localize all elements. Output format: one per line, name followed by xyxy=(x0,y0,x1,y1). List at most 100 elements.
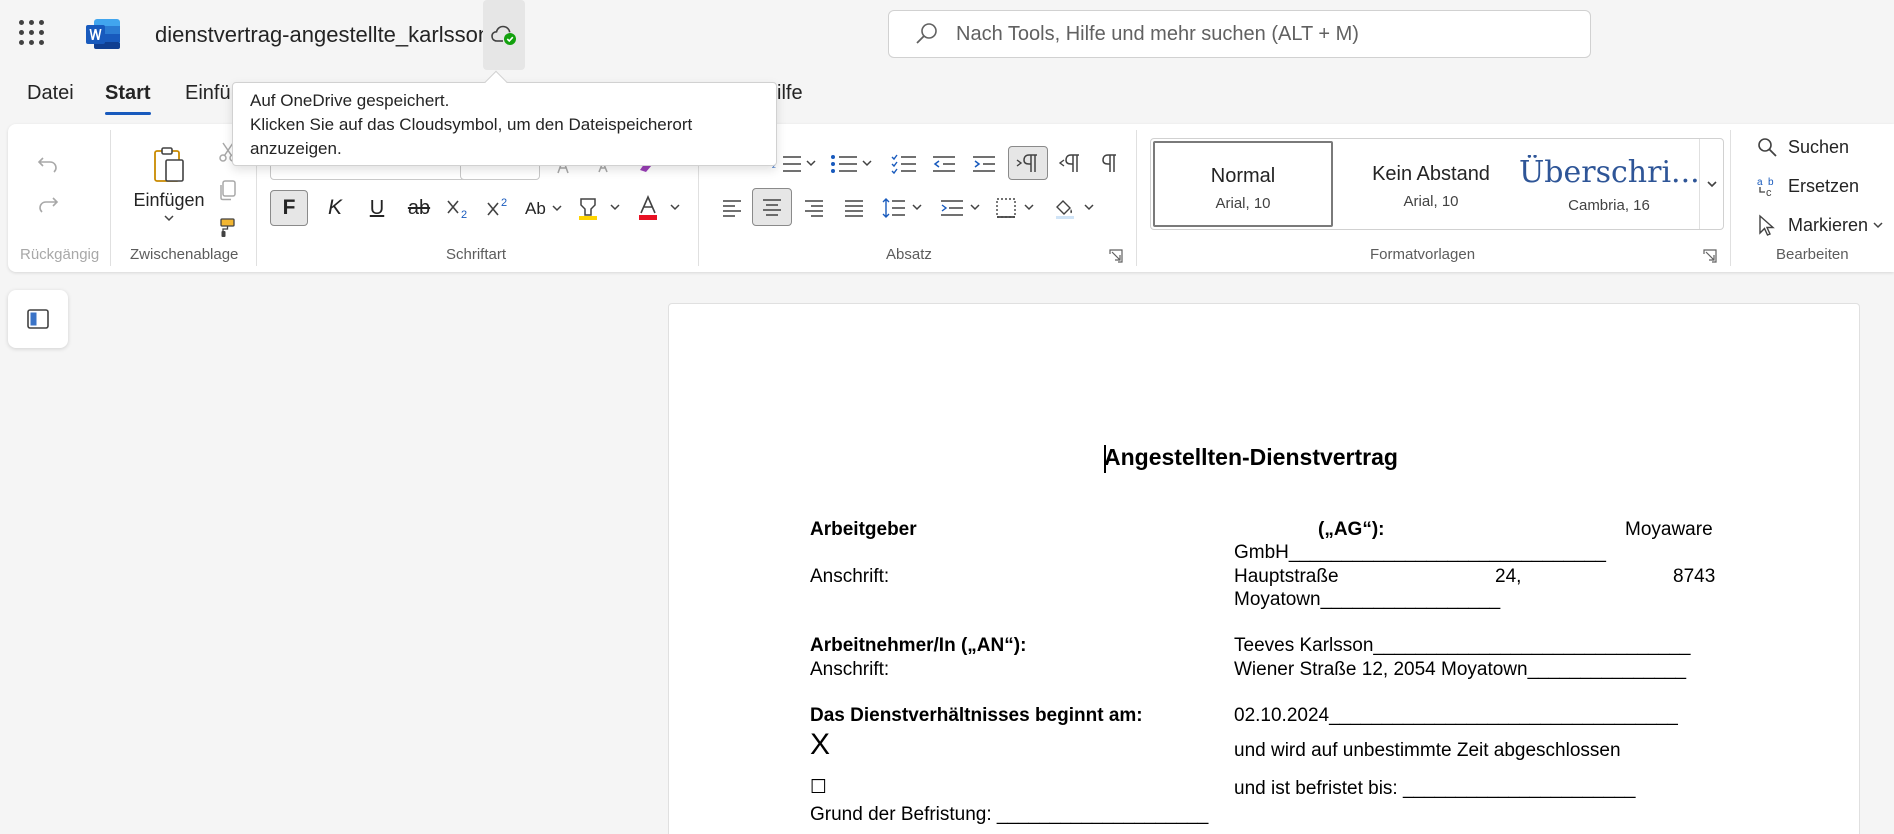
svg-text:c: c xyxy=(1766,187,1772,197)
tab-datei[interactable]: Datei xyxy=(27,82,74,105)
tab-hilfe[interactable]: ilfe xyxy=(777,82,803,105)
navigation-pane-button[interactable] xyxy=(8,290,68,348)
highlight-color-button[interactable] xyxy=(574,190,630,226)
tab-einfuegen[interactable]: Einfü xyxy=(185,82,231,105)
align-right-button[interactable] xyxy=(796,190,832,226)
employer-address-label: Anschrift: xyxy=(810,566,890,587)
dialog-launcher-icon xyxy=(1703,249,1717,263)
pilcrow-icon xyxy=(1102,154,1116,172)
cursor-arrow-icon xyxy=(1759,214,1775,236)
find-label: Suchen xyxy=(1788,136,1850,157)
app-launcher-icon[interactable] xyxy=(19,20,45,46)
checkbox-limited: ☐ xyxy=(810,777,828,798)
start-date-label: Das Dienstverhältnisses beginnt am: xyxy=(810,705,1143,726)
styles-gallery-expand-button[interactable] xyxy=(1699,139,1723,229)
paragraph-dialog-launcher[interactable] xyxy=(1108,248,1124,264)
dialog-launcher-icon xyxy=(1109,249,1123,263)
justify-button[interactable] xyxy=(836,190,872,226)
word-logo-icon[interactable] xyxy=(86,17,122,51)
find-button[interactable]: Suchen xyxy=(1756,136,1849,158)
paste-label: Einfügen xyxy=(133,189,205,210)
replace-button[interactable]: abc Ersetzen xyxy=(1756,175,1859,198)
document-title[interactable]: dienstvertrag-angestellte_karlsson xyxy=(155,22,490,48)
paste-icon xyxy=(154,146,184,182)
employer-street: Hauptstraße xyxy=(1234,566,1339,587)
line-spacing-button[interactable] xyxy=(880,190,930,226)
chevron-down-icon xyxy=(1873,222,1883,229)
navigation-pane-icon xyxy=(27,309,49,329)
chevron-down-icon xyxy=(1706,181,1717,188)
change-case-icon: Ab xyxy=(525,199,562,218)
shading-button[interactable] xyxy=(1052,190,1102,226)
bullet-list-button[interactable] xyxy=(828,148,880,180)
change-case-button[interactable]: Ab xyxy=(522,190,568,226)
title-bar: dienstvertrag-angestellte_karlsson Nach … xyxy=(0,0,1894,70)
limited-term-text: und ist befristet bis: _________________… xyxy=(1234,778,1636,799)
tooltip-line: anzuzeigen. xyxy=(250,139,342,158)
align-right-icon xyxy=(805,200,823,217)
cloud-save-button[interactable] xyxy=(483,0,525,70)
chevron-down-icon xyxy=(164,214,174,221)
paste-button[interactable]: Einfügen xyxy=(126,134,212,234)
svg-text:a: a xyxy=(1757,177,1763,188)
copy-icon xyxy=(220,180,236,201)
superscript-button[interactable]: 2 xyxy=(480,190,518,226)
format-painter-button[interactable] xyxy=(212,212,244,244)
ltr-paragraph-button[interactable] xyxy=(1008,146,1048,180)
tab-start[interactable]: Start xyxy=(105,82,151,105)
increase-indent-button[interactable] xyxy=(966,148,1002,180)
line-spacing-icon xyxy=(882,198,922,218)
borders-button[interactable] xyxy=(994,190,1044,226)
group-label-paragraph: Absatz xyxy=(886,246,932,263)
bold-button[interactable]: F xyxy=(270,190,308,226)
align-left-button[interactable] xyxy=(714,190,750,226)
start-date: 02.10.2024______________________________… xyxy=(1234,705,1678,726)
subscript-button[interactable]: 2 xyxy=(440,190,478,226)
undo-button[interactable] xyxy=(28,146,68,182)
search-input[interactable]: Nach Tools, Hilfe und mehr suchen (ALT +… xyxy=(888,10,1591,58)
svg-text:2: 2 xyxy=(461,209,467,220)
redo-button[interactable] xyxy=(28,186,68,222)
subscript-icon: 2 xyxy=(447,200,467,220)
search-icon xyxy=(916,23,937,44)
checklist-button[interactable] xyxy=(886,148,922,180)
strikethrough-button[interactable]: ab xyxy=(400,190,438,226)
copy-button[interactable] xyxy=(212,174,244,206)
employee-address-label: Anschrift: xyxy=(810,659,890,680)
italic-button[interactable]: K xyxy=(316,190,354,226)
font-color-icon xyxy=(639,195,680,220)
style-normal[interactable]: Normal Arial, 10 xyxy=(1153,141,1333,227)
paragraph-spacing-button[interactable] xyxy=(938,190,988,226)
style-name: Kein Abstand xyxy=(1372,163,1490,185)
checkbox-unlimited: X xyxy=(810,728,831,761)
employer-name: Moyaware xyxy=(1625,519,1713,540)
select-button[interactable]: Markieren xyxy=(1756,214,1894,236)
active-tab-indicator xyxy=(105,112,151,115)
employer-city: Moyatown_________________ xyxy=(1234,589,1501,610)
align-center-icon xyxy=(763,199,781,216)
style-heading-1[interactable]: Überschri... Cambria, 16 xyxy=(1519,141,1699,227)
rtl-paragraph-button[interactable] xyxy=(1052,146,1088,180)
numbered-list-button[interactable]: 12 xyxy=(770,148,822,180)
bullet-list-icon xyxy=(831,155,872,173)
highlighter-icon xyxy=(579,198,620,220)
align-center-button[interactable] xyxy=(752,188,792,226)
justify-icon xyxy=(845,200,863,217)
employer-zip: 8743 xyxy=(1673,566,1716,587)
paint-bucket-icon xyxy=(1056,200,1094,219)
superscript-icon: 2 xyxy=(487,197,507,216)
styles-gallery: Normal Arial, 10 Kein Abstand Arial, 10 … xyxy=(1150,138,1724,230)
increase-indent-icon xyxy=(973,156,995,172)
style-no-spacing[interactable]: Kein Abstand Arial, 10 xyxy=(1341,141,1521,227)
group-label-undo: Rückgängig xyxy=(20,246,100,263)
show-formatting-marks-button[interactable] xyxy=(1092,146,1128,180)
font-color-button[interactable] xyxy=(634,190,690,226)
tooltip-line: Klicken Sie auf das Cloudsymbol, um den … xyxy=(250,115,693,134)
ribbon-separator xyxy=(110,130,111,266)
underline-button[interactable]: U xyxy=(358,190,396,226)
search-placeholder: Nach Tools, Hilfe und mehr suchen (ALT +… xyxy=(956,23,1359,45)
styles-dialog-launcher[interactable] xyxy=(1702,248,1718,264)
decrease-indent-button[interactable] xyxy=(926,148,962,180)
svg-text:Ab: Ab xyxy=(525,199,546,218)
cloud-save-tooltip: Auf OneDrive gespeichert. Klicken Sie au… xyxy=(232,82,777,166)
